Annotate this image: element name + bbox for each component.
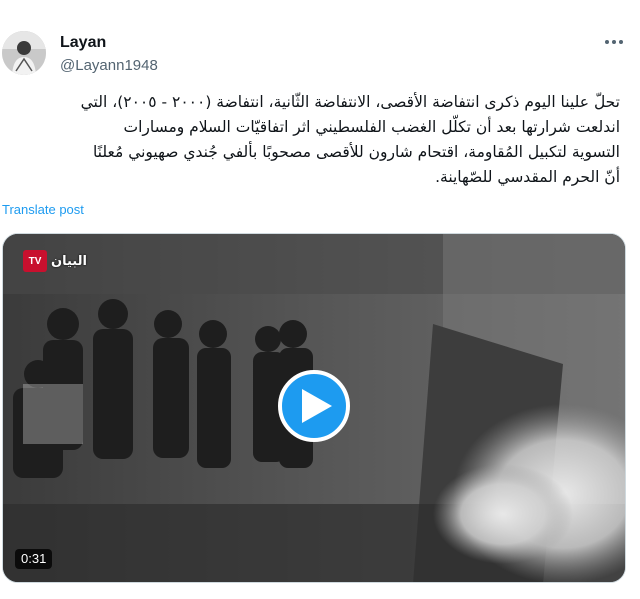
- dot: [619, 40, 623, 44]
- tweet-text-line: تحلّ علينا اليوم ذكرى انتفاضة الأقصى، ال…: [80, 93, 620, 111]
- more-options-icon[interactable]: [600, 32, 628, 52]
- author-name[interactable]: Layan: [60, 33, 106, 53]
- play-button[interactable]: [278, 370, 350, 442]
- avatar-image: [2, 31, 46, 75]
- avatar[interactable]: [2, 31, 46, 75]
- tv-badge: TV: [23, 250, 47, 272]
- tweet-card: Layan @Layann1948 تحلّ علينا اليوم ذكرى …: [0, 0, 640, 599]
- translate-post-link[interactable]: Translate post: [2, 201, 84, 219]
- tweet-text-line: اندلعت شرارتها بعد أن تكلّل الغضب الفلسط…: [123, 118, 620, 136]
- video-player[interactable]: TV البيان 0:31: [2, 233, 626, 583]
- dot: [605, 40, 609, 44]
- channel-logo: TV البيان: [23, 248, 87, 274]
- tweet-text-line: التسوية لتكبيل المُقاومة، اقتحام شارون ل…: [92, 143, 620, 161]
- channel-logo-text: البيان: [51, 253, 87, 269]
- tweet-text-line: أنّ الحرم المقدسي للصّهاينة.: [435, 168, 620, 186]
- author-handle[interactable]: @Layann1948: [60, 56, 158, 76]
- tweet-text: تحلّ علينا اليوم ذكرى انتفاضة الأقصى، ال…: [2, 90, 620, 190]
- dot: [612, 40, 616, 44]
- play-icon: [302, 389, 332, 423]
- video-duration: 0:31: [15, 549, 53, 569]
